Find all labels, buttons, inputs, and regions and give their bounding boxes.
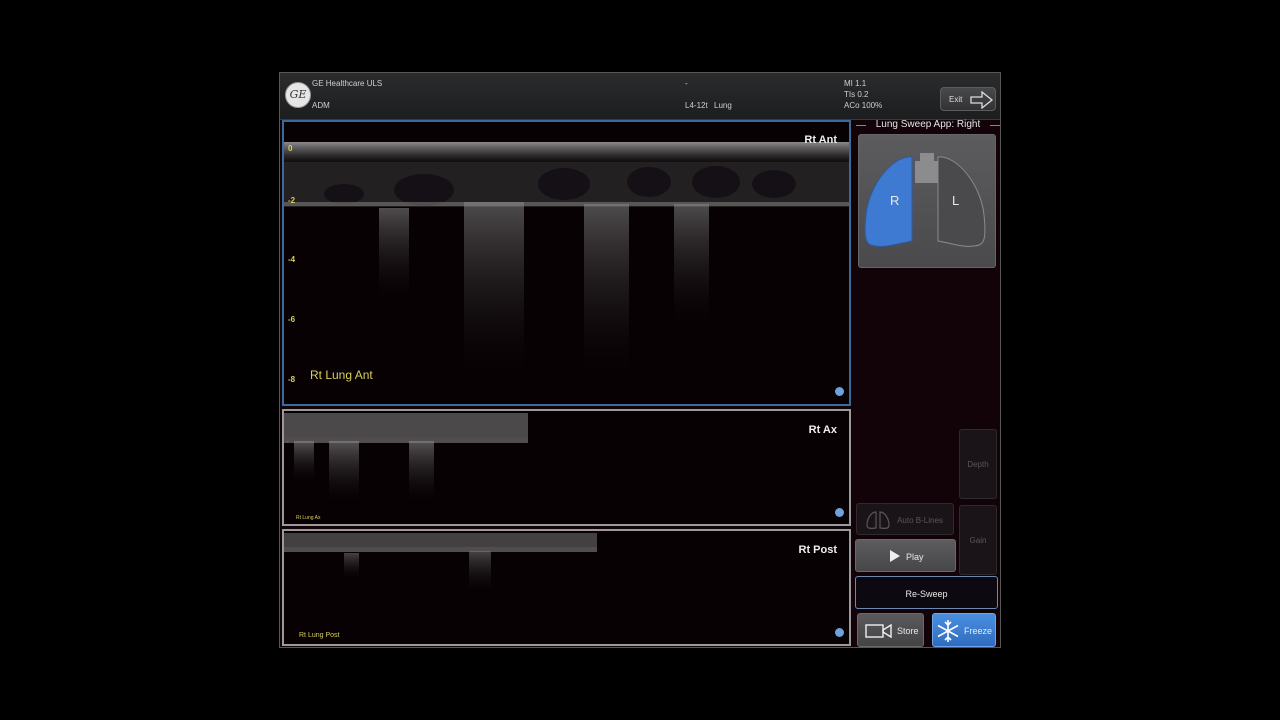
exit-label: Exit [949, 95, 963, 104]
preset-label: Lung [714, 101, 732, 110]
depth-tick: -8 [288, 375, 296, 384]
freeze-label: Freeze [964, 626, 993, 636]
store-button[interactable]: Store [857, 613, 924, 647]
depth-tick: -4 [288, 255, 296, 264]
play-label: Play [906, 552, 924, 562]
ultrasound-image-ant [284, 142, 849, 374]
top-bar: GE GE Healthcare ULS ADM - L4-12t Lung M… [280, 73, 1000, 120]
right-lung-label: R [890, 193, 900, 208]
resweep-label: Re-Sweep [905, 589, 948, 599]
brand-label: GE Healthcare ULS [312, 79, 383, 88]
aco-readout: ACo 100% [844, 101, 883, 110]
image-pane-rt-ant[interactable]: 0 -2 -4 -6 -8 Rt Ant Rt Lung Ant [282, 120, 851, 406]
gain-label: Gain [969, 536, 987, 545]
exit-button[interactable]: Exit [940, 87, 996, 111]
depth-tick: -6 [288, 315, 296, 324]
play-icon [890, 550, 900, 562]
app-title: Lung Sweep App: Right [856, 119, 1000, 130]
auto-blines-button[interactable]: Auto B-Lines [856, 503, 954, 535]
resweep-button[interactable]: Re-Sweep [855, 576, 998, 609]
depth-control[interactable]: Depth [959, 429, 997, 499]
freeze-button[interactable]: Freeze [932, 613, 996, 647]
depth-label: Depth [967, 460, 989, 469]
user-label: ADM [312, 101, 330, 110]
depth-tick: -2 [288, 196, 296, 205]
mi-readout: MI 1.1 [844, 79, 867, 88]
pane-indicator-dot[interactable] [835, 387, 844, 396]
lungs-diagram [864, 153, 986, 247]
probe-label: L4-12t [685, 101, 708, 110]
image-pane-rt-ax[interactable]: · Rt Ax Rt Lung Ax [282, 409, 851, 526]
pane-indicator-dot[interactable] [835, 508, 844, 517]
auto-blines-label: Auto B-Lines [897, 516, 943, 525]
pane-annotation: Rt Lung Ax [296, 515, 321, 521]
pane-indicator-dot[interactable] [835, 628, 844, 637]
exit-arrow-icon [970, 91, 994, 109]
ultrasound-image-post [284, 533, 597, 591]
image-pane-rt-post[interactable]: Rt Post Rt Lung Post [282, 529, 851, 646]
left-lung[interactable] [937, 156, 986, 247]
pane-title: Rt Ax [808, 424, 837, 436]
gain-control[interactable]: Gain [959, 505, 997, 575]
pane-annotation: Rt Lung Post [299, 632, 340, 639]
pane-title: Rt Post [798, 544, 838, 556]
ultrasound-image-ax [284, 413, 528, 501]
right-lung[interactable] [864, 156, 913, 247]
camera-icon [865, 623, 892, 639]
depth-tick: 0 [288, 144, 293, 153]
lung-selector[interactable]: R L [858, 134, 996, 268]
logo-text: GE [289, 88, 307, 101]
tis-readout: TIs 0.2 [844, 90, 869, 99]
store-label: Store [897, 626, 919, 636]
ultrasound-screen: GE GE Healthcare ULS ADM - L4-12t Lung M… [279, 72, 1001, 648]
ge-logo: GE [285, 82, 311, 108]
play-button[interactable]: Play [855, 539, 956, 572]
pane-title: Rt Ant [804, 134, 837, 146]
snowflake-icon [937, 620, 959, 642]
center-indicator: - [685, 79, 688, 88]
mini-depth-tick: · [287, 439, 289, 445]
left-lung-label: L [952, 193, 960, 208]
pane-annotation: Rt Lung Ant [310, 368, 373, 382]
